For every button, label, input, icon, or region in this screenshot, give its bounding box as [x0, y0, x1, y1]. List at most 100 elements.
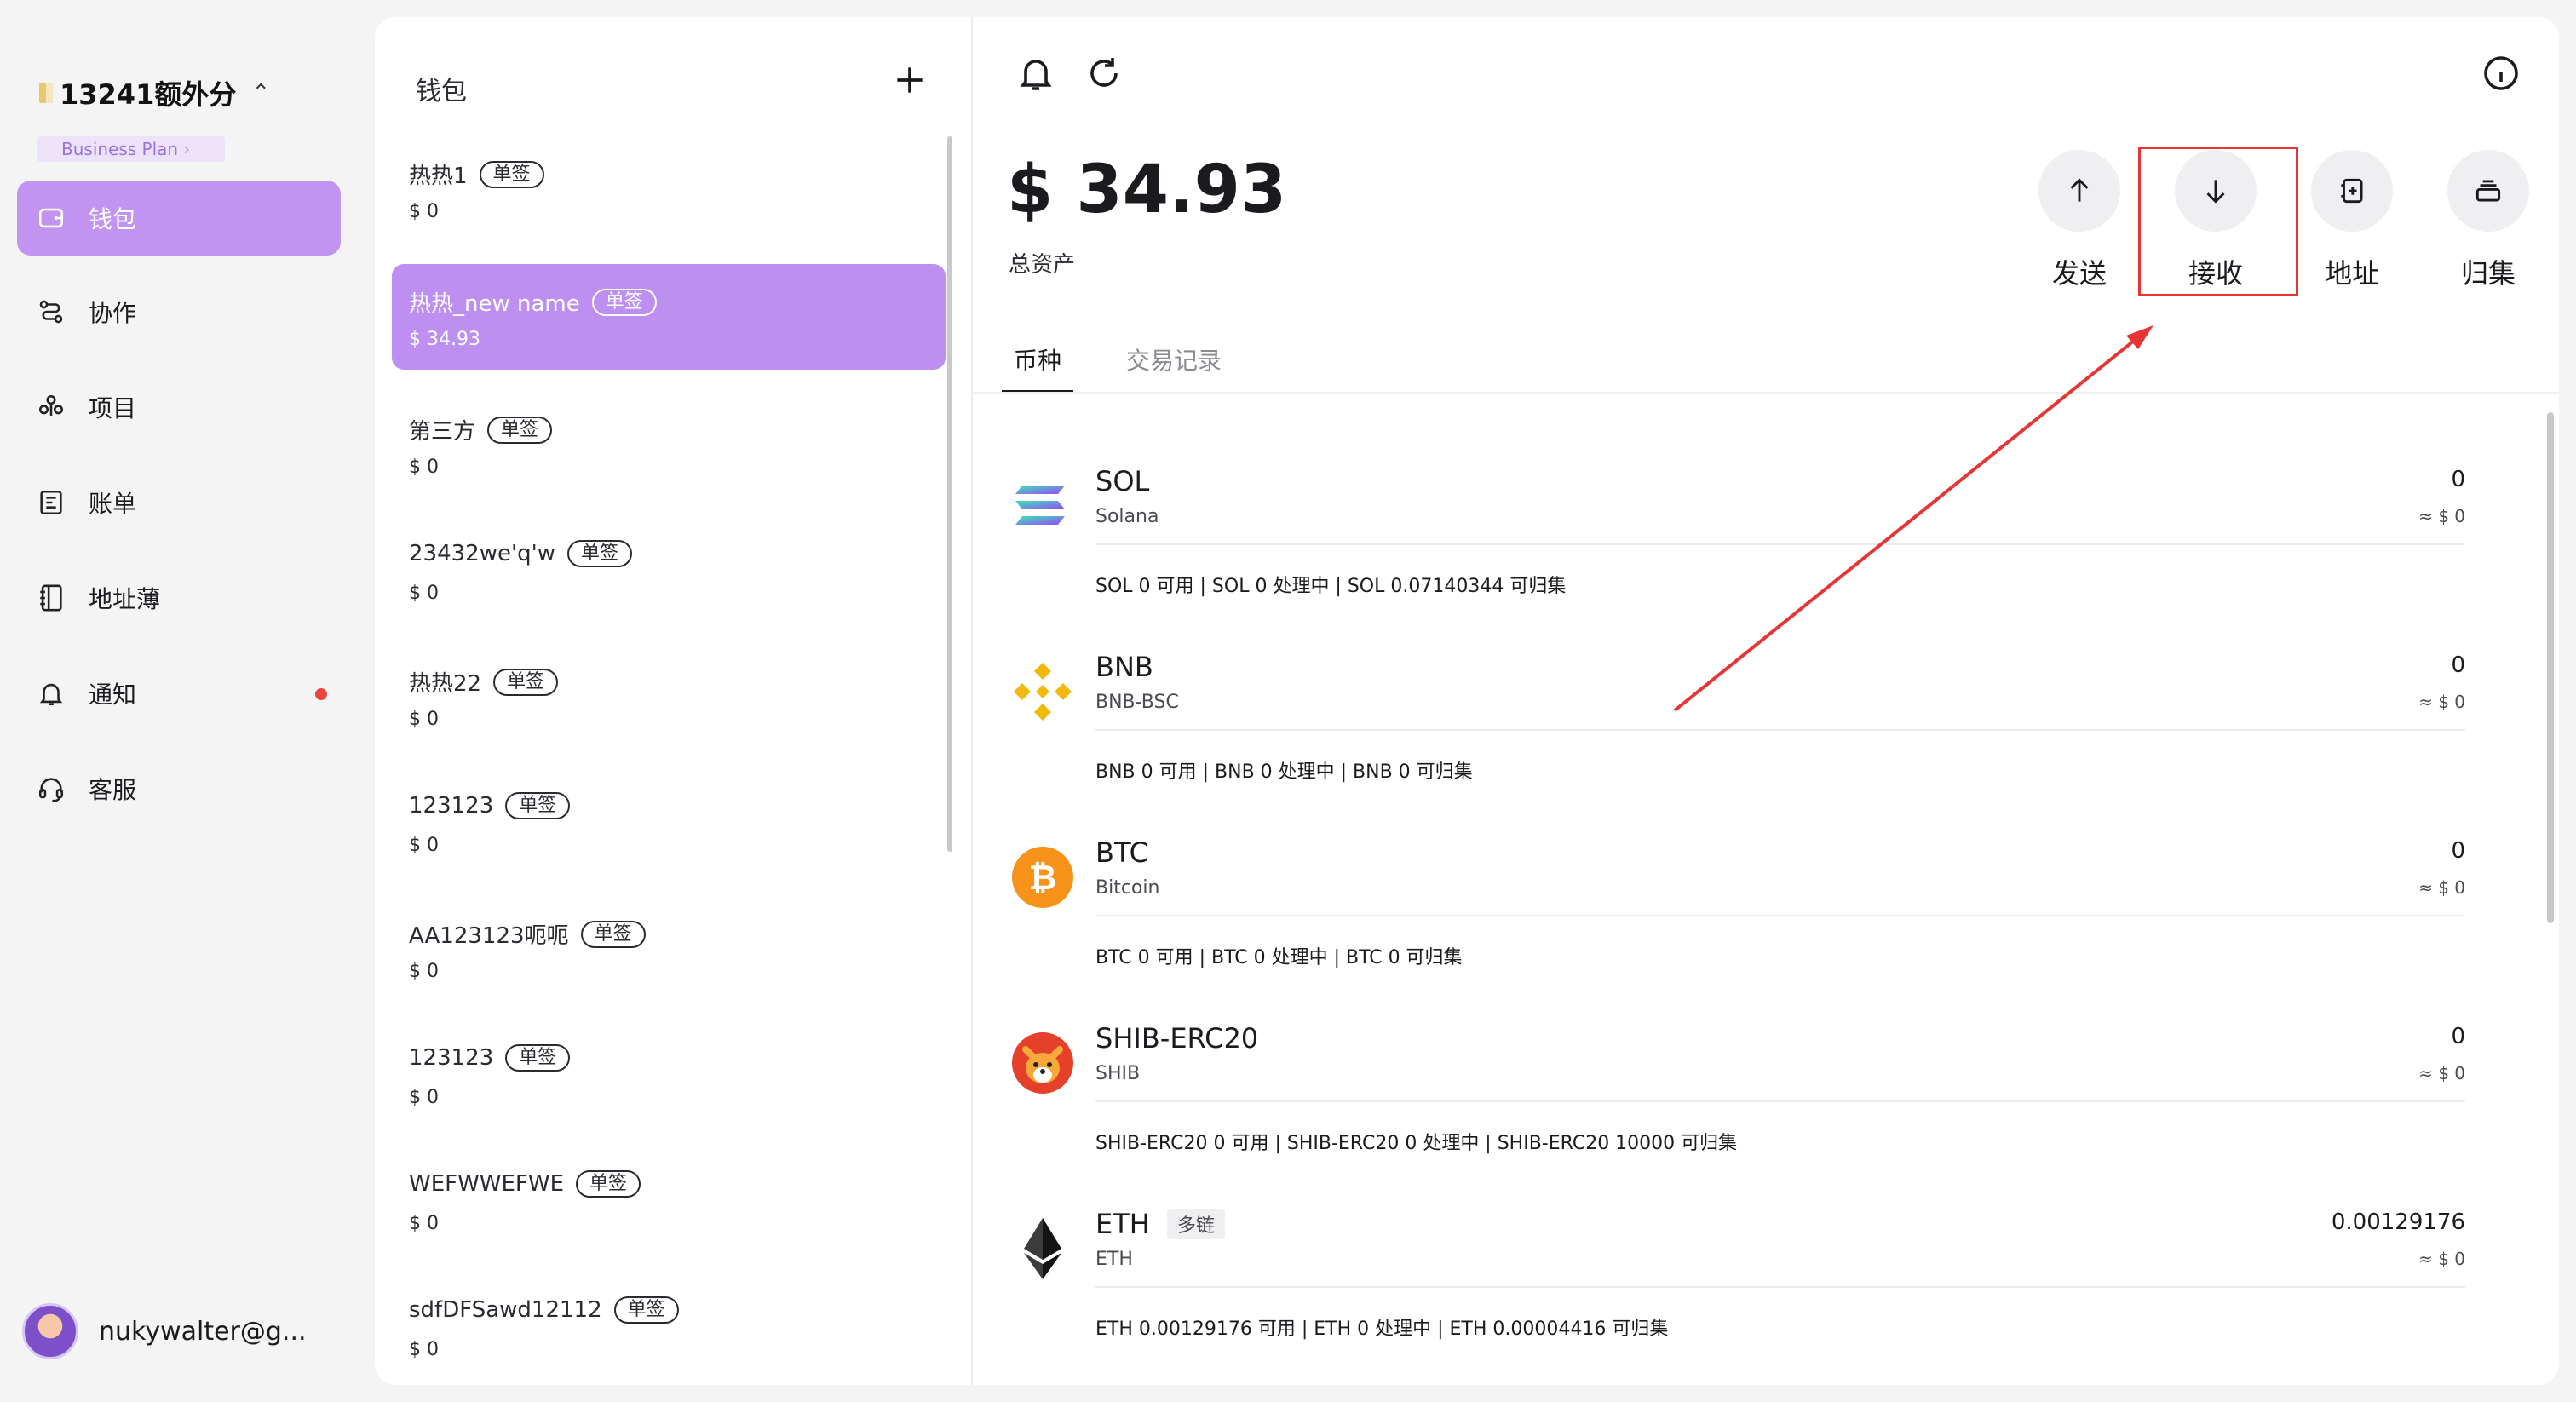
headset-icon [36, 773, 66, 804]
wallet-item[interactable]: AA123123呃呃 单签 $ 0 [392, 896, 946, 1002]
send-label: 发送 [2051, 257, 2107, 290]
address-button[interactable]: 地址 [2305, 150, 2399, 291]
wallet-item[interactable]: 热热22 单签 $ 0 [392, 644, 946, 750]
wallet-name: 热热1 [409, 164, 468, 189]
chevron-right-icon: › [183, 139, 191, 159]
wallet-item[interactable]: 热热1 单签 $ 0 [392, 136, 946, 242]
address-circle [2311, 150, 2393, 232]
wallet-list-title: 钱包 [416, 77, 467, 106]
sidebar-item-support[interactable]: 客服 [17, 751, 341, 826]
asset-row[interactable]: ₿ BTC Bitcoin 0 ≈ $ 0 BTC 0 可用 | BTC 0 处… [973, 814, 2515, 1000]
asset-list-scrollbar[interactable] [2547, 412, 2554, 923]
wallet-list-panel: 钱包 热热1 单签 $ 0 热热_new name 单签 $ 34.93 第三方 单签… [375, 17, 971, 1385]
wallet-name: 第三方 [409, 419, 476, 445]
plan-badge[interactable]: Business Plan › [37, 136, 225, 162]
sidebar-item-project[interactable]: 项目 [17, 370, 341, 445]
multi-chain-tag: 多链 [1166, 1209, 1225, 1239]
asset-amount: 0 [2451, 652, 2465, 678]
wallet-item[interactable]: 第三方 单签 $ 0 [392, 392, 946, 497]
add-wallet-icon[interactable] [891, 61, 929, 99]
org-name: 13241额外分 [60, 78, 237, 111]
wallet-balance: $ 0 [409, 1087, 439, 1108]
org-logo-icon [39, 83, 53, 103]
wallet-list-scrollbar[interactable] [947, 136, 952, 852]
bitcoin-icon: ₿ [1012, 847, 1073, 908]
sidebar-item-label: 账单 [89, 490, 137, 518]
sidebar-item-notification[interactable]: 通知 [17, 656, 341, 731]
wallet-item[interactable]: 123123 单签 $ 0 [392, 1022, 946, 1128]
wallet-name: WEFWWEFWE [409, 1171, 565, 1197]
wallet-type-tag: 单签 [479, 160, 544, 188]
wallet-type-tag: 单签 [576, 1170, 641, 1198]
wallet-type-tag: 单签 [580, 920, 646, 948]
bell-icon[interactable] [1015, 53, 1056, 94]
sidebar-item-label: 通知 [89, 681, 137, 709]
divider [1095, 915, 2465, 916]
tab-currency[interactable]: 币种 [1002, 342, 1074, 394]
asset-detail: BNB 0 可用 | BNB 0 处理中 | BNB 0 可归集 [1095, 761, 1473, 783]
asset-symbol-text: ETH [1095, 1208, 1150, 1240]
total-balance-label: 总资产 [1009, 252, 1076, 278]
wallet-item[interactable]: sdfDFSawd12112 单签 $ 0 [392, 1274, 946, 1380]
wallet-icon [36, 203, 66, 233]
asset-row[interactable]: ETH 多链 ETH 0.00129176 ≈ $ 0 ETH 0.001291… [973, 1186, 2515, 1371]
user-profile[interactable]: nukywalter@g... [22, 1303, 307, 1359]
sidebar: 13241额外分 ⌃ Business Plan › 钱包 协作 项目 账单 地址… [0, 0, 366, 1402]
asset-symbol: BTC [1095, 836, 1148, 869]
wallet-name: 热热_new name [409, 291, 580, 317]
tabs-divider [973, 392, 2559, 394]
wallet-item[interactable]: 23432we'q'w 单签 $ 0 [392, 518, 946, 623]
wallet-type-tag: 单签 [567, 540, 633, 567]
user-email: nukywalter@g... [99, 1316, 307, 1347]
divider [1095, 543, 2465, 545]
collect-label: 归集 [2460, 257, 2516, 290]
asset-detail: SOL 0 可用 | SOL 0 处理中 | SOL 0.07140344 可归… [1095, 576, 1567, 597]
wallet-detail-panel: $ 34.93 总资产 发送 接收 地址 归集 币种 交易记录 SOL Sola… [971, 17, 2559, 1385]
wallet-balance: $ 0 [409, 709, 439, 730]
wallet-balance: $ 0 [409, 583, 439, 604]
asset-row[interactable]: SHIB-ERC20 SHIB 0 ≈ $ 0 SHIB-ERC20 0 可用 … [973, 1000, 2515, 1186]
asset-usd-value: ≈ $ 0 [2418, 692, 2465, 712]
org-switcher[interactable]: 13241额外分 ⌃ [39, 73, 270, 112]
asset-symbol-text: BNB [1095, 651, 1153, 683]
wallet-item-selected[interactable]: 热热_new name 单签 $ 34.93 [392, 264, 946, 370]
wallet-item[interactable]: WEFWWEFWE 单签 $ 0 [392, 1148, 946, 1254]
asset-usd-value: ≈ $ 0 [2418, 506, 2465, 526]
asset-amount: 0 [2451, 1024, 2465, 1049]
sidebar-item-bill[interactable]: 账单 [17, 465, 341, 540]
asset-row[interactable]: BNB BNB-BSC 0 ≈ $ 0 BNB 0 可用 | BNB 0 处理中… [973, 629, 2515, 814]
asset-symbol: BNB [1095, 651, 1153, 683]
divider [1095, 729, 2465, 731]
sidebar-item-label: 地址薄 [89, 585, 161, 613]
wallet-name: 123123 [409, 793, 494, 819]
asset-detail: SHIB-ERC20 0 可用 | SHIB-ERC20 0 处理中 | SHI… [1095, 1133, 1738, 1154]
send-button[interactable]: 发送 [2033, 150, 2126, 291]
asset-amount: 0 [2451, 838, 2465, 864]
sidebar-item-label: 钱包 [89, 205, 137, 233]
wallet-item[interactable]: 123123 单签 $ 0 [392, 770, 946, 876]
info-icon[interactable] [2481, 53, 2521, 94]
tab-transactions[interactable]: 交易记录 [1114, 342, 1233, 394]
project-icon [36, 392, 66, 422]
wallet-type-tag: 单签 [613, 1296, 679, 1324]
wallet-balance: $ 0 [409, 1213, 439, 1234]
refresh-icon[interactable] [1084, 53, 1124, 94]
sidebar-item-collaboration[interactable]: 协作 [17, 274, 341, 349]
solana-icon [1015, 486, 1065, 525]
receive-highlight-box [2138, 147, 2298, 296]
arrow-up-icon [2070, 178, 2089, 202]
asset-usd-value: ≈ $ 0 [2418, 877, 2465, 898]
address-add-icon [2341, 178, 2363, 204]
chevron-updown-icon[interactable]: ⌃ [251, 82, 270, 104]
wallet-balance: $ 0 [409, 201, 439, 222]
wallet-balance: $ 0 [409, 457, 439, 478]
bill-icon [36, 487, 66, 518]
asset-name: Solana [1095, 506, 1159, 527]
wallet-name: sdfDFSawd12112 [409, 1297, 602, 1323]
sidebar-item-wallet[interactable]: 钱包 [17, 181, 341, 256]
address-book-icon [36, 583, 66, 613]
collect-button[interactable]: 归集 [2441, 150, 2535, 291]
asset-row[interactable]: SOL Solana 0 ≈ $ 0 SOL 0 可用 | SOL 0 处理中 … [973, 443, 2515, 629]
sidebar-item-address-book[interactable]: 地址薄 [17, 560, 341, 635]
wallet-name: 23432we'q'w [409, 541, 556, 566]
